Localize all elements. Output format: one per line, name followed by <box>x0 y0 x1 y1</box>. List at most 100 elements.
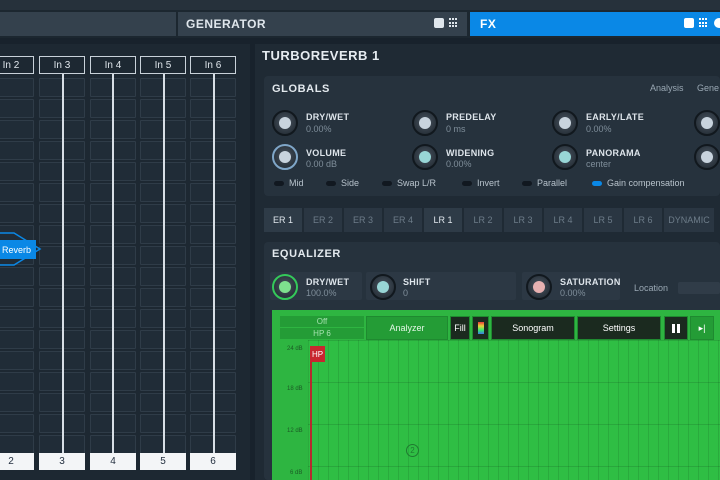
gain-compensation-toggle[interactable]: Gain compensation <box>592 178 685 188</box>
tab-lr1[interactable]: LR 1 <box>424 208 462 232</box>
matrix-cell[interactable] <box>0 99 34 118</box>
param-value: 0.00% <box>446 159 472 169</box>
tab-routing[interactable] <box>0 12 176 36</box>
matrix-cell[interactable] <box>0 393 34 412</box>
eq-grid[interactable] <box>308 340 720 480</box>
grid-icon[interactable] <box>449 18 459 28</box>
matrix-cell[interactable] <box>0 183 34 202</box>
tab-lr2[interactable]: LR 2 <box>464 208 502 232</box>
saturation-knob[interactable] <box>526 274 552 300</box>
band-node[interactable]: 2 <box>406 444 419 457</box>
generator-link[interactable]: Gene <box>697 83 719 93</box>
matrix-cell[interactable] <box>0 351 34 370</box>
input-label[interactable]: In 5 <box>140 56 186 74</box>
matrix-cell[interactable] <box>0 78 34 97</box>
bypass-icon[interactable] <box>684 18 694 28</box>
input-label[interactable]: In 2 <box>0 56 34 74</box>
equalizer-title: EQUALIZER <box>272 248 341 260</box>
tab-er3[interactable]: ER 3 <box>344 208 382 232</box>
palette-icon <box>477 322 484 334</box>
tab-lr5[interactable]: LR 5 <box>584 208 622 232</box>
matrix-cell[interactable] <box>0 141 34 160</box>
matrix-cell[interactable] <box>0 162 34 181</box>
matrix-cell[interactable] <box>0 288 34 307</box>
led-indicator <box>462 180 472 186</box>
output-label[interactable]: 5 <box>140 453 186 470</box>
toggle-label: Side <box>341 178 360 188</box>
grid-icon[interactable] <box>699 18 709 28</box>
param-label: SATURATION <box>560 277 621 287</box>
param-value: 100.0% <box>306 288 337 298</box>
tab-generator-label: GENERATOR <box>186 17 267 31</box>
tab-er1[interactable]: ER 1 <box>264 208 302 232</box>
param-value: 0 <box>403 288 409 298</box>
db-label: 6 dB <box>290 470 303 476</box>
param-value: 0.00% <box>560 288 586 298</box>
tab-fx[interactable]: FX <box>470 12 720 36</box>
matrix-cell[interactable] <box>0 372 34 391</box>
param-value: 0 ms <box>446 124 466 134</box>
extra-knob[interactable] <box>694 110 720 136</box>
settings-button[interactable]: Settings <box>577 316 661 340</box>
tab-lr4[interactable]: LR 4 <box>544 208 582 232</box>
parallel-toggle[interactable]: Parallel <box>522 178 567 188</box>
pause-button[interactable] <box>664 316 688 340</box>
app-window: GENERATOR FX In 2 In 3 In 4 In 5 In 6 Re… <box>0 0 720 480</box>
sonogram-button[interactable]: Sonogram <box>491 316 575 340</box>
volume-knob[interactable] <box>272 144 298 170</box>
input-label[interactable]: In 3 <box>39 56 85 74</box>
matrix-cell[interactable] <box>0 120 34 139</box>
output-label[interactable]: 6 <box>190 453 236 470</box>
toggle-label: Parallel <box>537 178 568 188</box>
toggle-label: Gain compensation <box>607 178 685 188</box>
param-label: SHIFT <box>403 277 431 287</box>
color-palette-button[interactable] <box>472 316 489 340</box>
tab-lr6[interactable]: LR 6 <box>624 208 662 232</box>
output-label[interactable]: 2 <box>0 453 34 470</box>
analysis-link[interactable]: Analysis <box>650 83 684 93</box>
location-select[interactable] <box>678 282 720 294</box>
input-label[interactable]: In 4 <box>90 56 136 74</box>
mid-toggle[interactable]: Mid <box>274 178 304 188</box>
matrix-cell[interactable] <box>0 309 34 328</box>
early-late-knob[interactable] <box>552 110 578 136</box>
tab-lr3[interactable]: LR 3 <box>504 208 542 232</box>
output-label[interactable]: 3 <box>39 453 85 470</box>
eq-band-off[interactable]: Off <box>280 316 364 327</box>
input-label[interactable]: In 6 <box>190 56 236 74</box>
invert-toggle[interactable]: Invert <box>462 178 500 188</box>
dry-wet-knob[interactable] <box>272 110 298 136</box>
tab-dynamic[interactable]: DYNAMIC <box>664 208 714 232</box>
widening-knob[interactable] <box>412 144 438 170</box>
reverb-node[interactable]: Reverb <box>0 240 36 259</box>
panorama-knob[interactable] <box>552 144 578 170</box>
fill-button[interactable]: Fill <box>450 316 470 340</box>
matrix-cell[interactable] <box>0 330 34 349</box>
toggle-label: Mid <box>289 178 304 188</box>
param-value: 0.00 dB <box>306 159 338 169</box>
extra-knob[interactable] <box>694 144 720 170</box>
matrix-cell[interactable] <box>0 204 34 223</box>
param-label: WIDENING <box>446 148 495 158</box>
side-toggle[interactable]: Side <box>326 178 359 188</box>
shift-knob[interactable] <box>370 274 396 300</box>
led-indicator <box>592 180 602 186</box>
routing-wire <box>213 74 215 453</box>
output-label[interactable]: 4 <box>90 453 136 470</box>
bypass-icon[interactable] <box>434 18 444 28</box>
matrix-cell[interactable] <box>0 414 34 433</box>
power-icon[interactable] <box>714 18 720 28</box>
eq-band-type[interactable]: HP 6 <box>280 328 364 339</box>
matrix-cell[interactable] <box>0 267 34 286</box>
tab-generator[interactable]: GENERATOR <box>178 12 467 36</box>
hp-band-marker[interactable]: HP <box>310 346 325 362</box>
tab-er2[interactable]: ER 2 <box>304 208 342 232</box>
predelay-knob[interactable] <box>412 110 438 136</box>
reflection-tabs: ER 1 ER 2 ER 3 ER 4 LR 1 LR 2 LR 3 LR 4 … <box>264 208 714 232</box>
eq-dry-wet-knob[interactable] <box>272 274 298 300</box>
matrix-cell[interactable] <box>0 435 34 454</box>
swap-lr-toggle[interactable]: Swap L/R <box>382 178 436 188</box>
fit-button[interactable]: ▸| <box>690 316 714 340</box>
analyzer-button[interactable]: Analyzer <box>366 316 448 340</box>
tab-er4[interactable]: ER 4 <box>384 208 422 232</box>
